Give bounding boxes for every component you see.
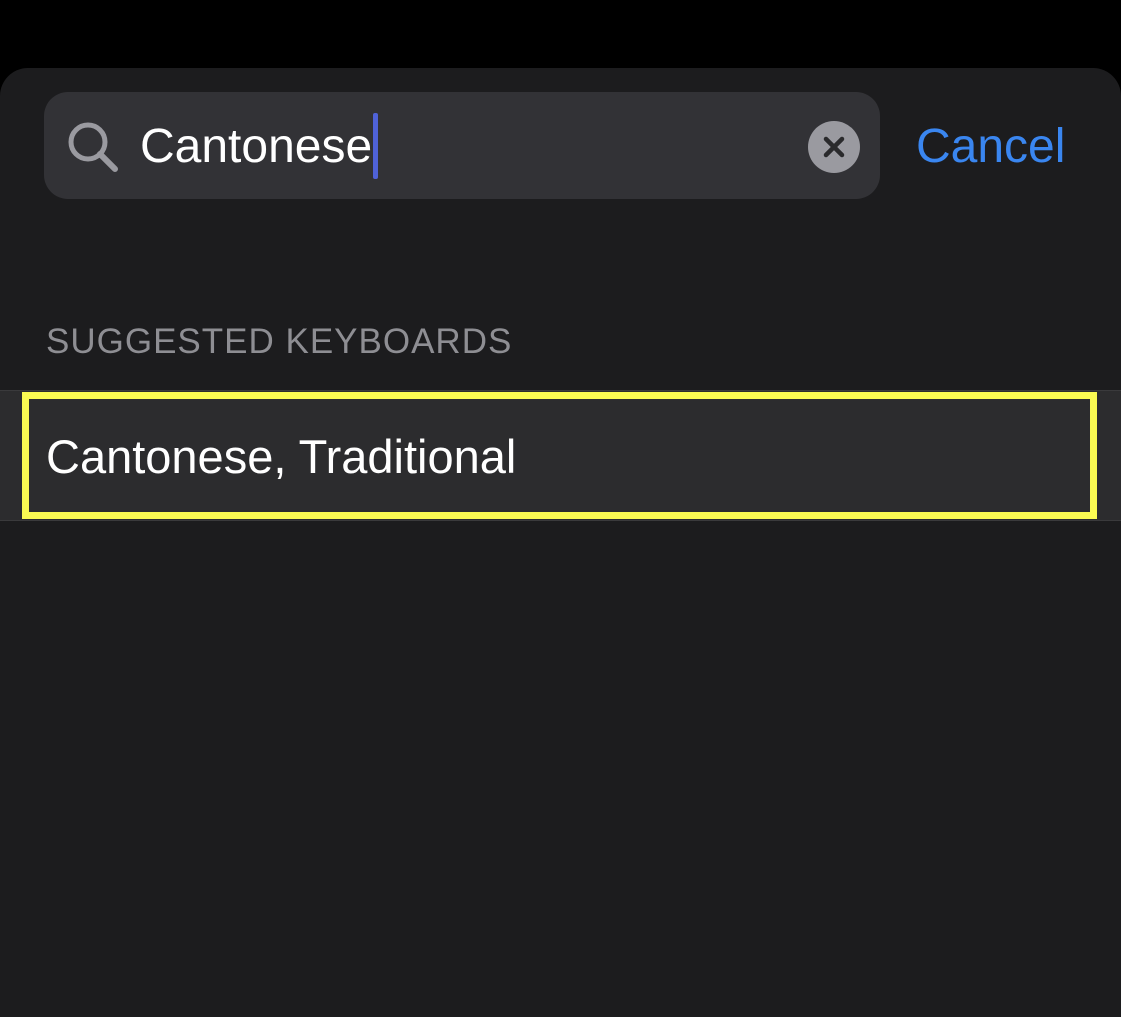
clear-icon [823, 136, 845, 158]
section-header-suggested-keyboards: SUGGESTED KEYBOARDS [46, 322, 513, 361]
search-input[interactable]: Cantonese [140, 96, 379, 196]
list-item-label: Cantonese, Traditional [46, 430, 517, 483]
clear-search-button[interactable] [808, 121, 860, 173]
cancel-button[interactable]: Cancel [916, 112, 1065, 182]
keyboard-search-sheet: Cantonese Cancel SUGGESTED KEYBOARDS Can… [0, 68, 1121, 1017]
text-caret [373, 113, 379, 179]
list-item-cantonese-traditional[interactable]: Cantonese, Traditional [0, 390, 1121, 521]
search-input-value: Cantonese [140, 119, 373, 173]
search-icon [68, 122, 118, 172]
